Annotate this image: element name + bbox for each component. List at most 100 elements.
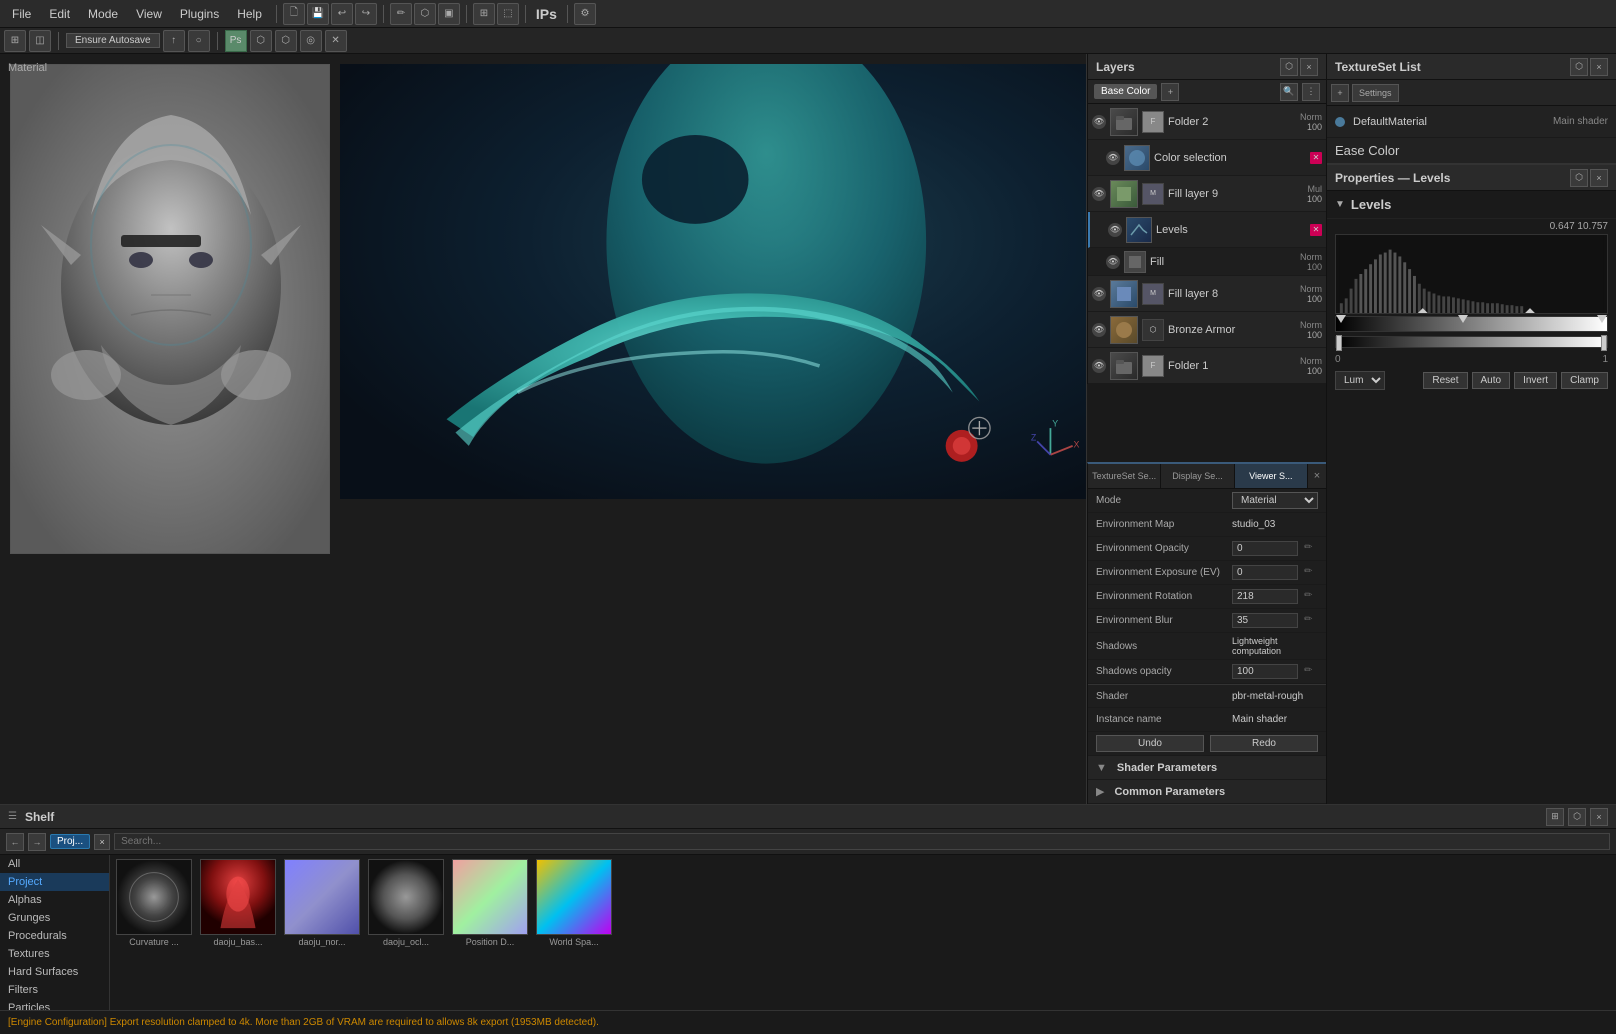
levels-white-point[interactable] <box>1597 315 1607 323</box>
viewer-env-rotation-input[interactable] <box>1232 589 1298 604</box>
layer-row-color-selection[interactable]: 👁 Color selection ✕ <box>1088 140 1326 176</box>
viewer-env-blur-input[interactable] <box>1232 613 1298 628</box>
layer-search-btn[interactable]: 🔍 <box>1280 83 1298 101</box>
shelf-search-input[interactable] <box>114 833 1610 850</box>
shelf-cat-project[interactable]: Project <box>0 873 109 891</box>
shelf-item-daoju-occ[interactable]: daoju_ocl... <box>366 859 446 947</box>
ts-settings-btn[interactable]: Settings <box>1352 84 1399 102</box>
output-white-handle[interactable] <box>1601 335 1607 351</box>
common-params-row[interactable]: ▶ Common Parameters <box>1088 780 1326 804</box>
brush-btn[interactable]: ✏ <box>390 3 412 25</box>
env-opacity-edit-icon[interactable]: ✏ <box>1304 542 1318 556</box>
undo-btn[interactable]: ↩ <box>331 3 353 25</box>
shelf-tab-close[interactable]: × <box>94 834 110 850</box>
levels-mode-select[interactable]: Lum <box>1335 371 1385 390</box>
levels-invert-btn[interactable]: Invert <box>1514 372 1557 389</box>
layer-eye-fill9[interactable]: 👁 <box>1092 187 1106 201</box>
levels-clamp-btn[interactable]: Clamp <box>1561 372 1608 389</box>
menu-edit[interactable]: Edit <box>41 5 78 23</box>
ts-close-btn[interactable]: × <box>1590 58 1608 76</box>
viewer-panel-close[interactable]: × <box>1308 464 1326 488</box>
layers-settings-btn[interactable]: × <box>1300 58 1318 76</box>
layer-row-levels[interactable]: 👁 Levels ✕ <box>1088 212 1326 248</box>
viewer-shadows-opacity-input[interactable] <box>1232 664 1298 679</box>
close-proj-btn[interactable]: ✕ <box>325 30 347 52</box>
ts-add-btn[interactable]: + <box>1331 84 1349 102</box>
shelf-icon[interactable]: ☰ <box>8 811 17 822</box>
layer-eye-bronze[interactable]: 👁 <box>1092 323 1106 337</box>
menu-help[interactable]: Help <box>229 5 270 23</box>
levels-collapse-arrow[interactable]: ▼ <box>1335 199 1345 210</box>
viewer-env-exposure-input[interactable] <box>1232 565 1298 580</box>
shadows-opacity-edit-icon[interactable]: ✏ <box>1304 665 1318 679</box>
env-rotation-edit-icon[interactable]: ✏ <box>1304 590 1318 604</box>
redo-btn[interactable]: ↪ <box>355 3 377 25</box>
layer-eye-color-sel[interactable]: 👁 <box>1106 151 1120 165</box>
shelf-item-curvature[interactable]: Curvature ... <box>114 859 194 947</box>
shelf-cat-alphas[interactable]: Alphas <box>0 891 109 909</box>
layer-row-fill9[interactable]: 👁 M Fill layer 9 Mul 100 <box>1088 176 1326 212</box>
layer-row-fill8[interactable]: 👁 M Fill layer 8 Norm 100 <box>1088 276 1326 312</box>
layer-eye-fill-small[interactable]: 👁 <box>1106 255 1120 269</box>
shelf-grid-btn[interactable]: ⊞ <box>1546 808 1564 826</box>
menu-mode[interactable]: Mode <box>80 5 126 23</box>
env-exposure-edit-icon[interactable]: ✏ <box>1304 566 1318 580</box>
ts-row-default[interactable]: DefaultMaterial Main shader <box>1327 106 1616 138</box>
shelf-close-btn[interactable]: × <box>1590 808 1608 826</box>
shelf-tab-proj[interactable]: Proj... <box>50 834 90 849</box>
settings-btn[interactable]: ⚙ <box>574 3 596 25</box>
levels-black-point[interactable] <box>1336 315 1346 323</box>
shelf-cat-filters[interactable]: Filters <box>0 981 109 999</box>
shelf-expand-btn[interactable]: ⬡ <box>1568 808 1586 826</box>
shelf-item-position[interactable]: Position D... <box>450 859 530 947</box>
viewer-undo-btn[interactable]: Undo <box>1096 735 1204 752</box>
export-btn[interactable]: ⬡ <box>250 30 272 52</box>
transform-btn[interactable]: ⊞ <box>473 3 495 25</box>
3d-viewport[interactable]: Y X Z <box>340 64 1086 804</box>
layer-row-fill-small[interactable]: 👁 Fill Norm 100 <box>1088 248 1326 276</box>
upload-btn[interactable]: ↑ <box>163 30 185 52</box>
shelf-item-daoju-bas[interactable]: daoju_bas... <box>198 859 278 947</box>
shader-params-row[interactable]: ▼ Shader Parameters <box>1088 756 1326 780</box>
shelf-item-worldspa[interactable]: World Spa... <box>534 859 614 947</box>
shelf-item-daoju-nor[interactable]: daoju_nor... <box>282 859 362 947</box>
select-btn[interactable]: ⬚ <box>497 3 519 25</box>
shelf-cat-hard-surfaces[interactable]: Hard Surfaces <box>0 963 109 981</box>
levels-auto-btn[interactable]: Auto <box>1472 372 1511 389</box>
tab-display-settings[interactable]: Display Se... <box>1161 464 1234 488</box>
layer-eye-levels[interactable]: 👁 <box>1108 223 1122 237</box>
layer-options-btn[interactable]: ⋮ <box>1302 83 1320 101</box>
env-blur-edit-icon[interactable]: ✏ <box>1304 614 1318 628</box>
layer-close-color-sel[interactable]: ✕ <box>1310 152 1322 164</box>
layer-row-folder2[interactable]: 👁 F Folder 2 Norm 100 <box>1088 104 1326 140</box>
import-btn[interactable]: ⬡ <box>275 30 297 52</box>
shelf-cat-all[interactable]: All <box>0 855 109 873</box>
layer-row-bronze[interactable]: 👁 ⬡ Bronze Armor Norm 100 <box>1088 312 1326 348</box>
shelf-cat-particles[interactable]: Particles <box>0 999 109 1010</box>
properties-expand-btn[interactable]: ⬡ <box>1570 169 1588 187</box>
menu-view[interactable]: View <box>128 5 170 23</box>
add-channel-btn[interactable]: + <box>1161 83 1179 101</box>
layer-eye-folder2[interactable]: 👁 <box>1092 115 1106 129</box>
shelf-cat-grunges[interactable]: Grunges <box>0 909 109 927</box>
menu-file[interactable]: File <box>4 5 39 23</box>
tab-textureset-settings[interactable]: TextureSet Se... <box>1088 464 1161 488</box>
preview-panel[interactable] <box>10 64 330 554</box>
menu-plugins[interactable]: Plugins <box>172 5 227 23</box>
filter-base-color[interactable]: Base Color <box>1094 84 1157 99</box>
layer-eye-fill8[interactable]: 👁 <box>1092 287 1106 301</box>
shelf-cat-textures[interactable]: Textures <box>0 945 109 963</box>
levels-output-slider[interactable] <box>1335 336 1608 348</box>
properties-close-btn[interactable]: × <box>1590 169 1608 187</box>
eraser-btn[interactable]: ⬡ <box>414 3 436 25</box>
ps-btn[interactable]: Ps <box>225 30 247 52</box>
tab-viewer-settings[interactable]: Viewer S... <box>1235 464 1308 488</box>
save-btn[interactable]: 💾 <box>307 3 329 25</box>
fill-btn[interactable]: ▣ <box>438 3 460 25</box>
ensure-autosave-btn[interactable]: Ensure Autosave <box>66 33 160 48</box>
new-file-btn[interactable]: 🗋 <box>283 3 305 25</box>
shelf-cat-procedurals[interactable]: Procedurals <box>0 927 109 945</box>
sphere-btn[interactable]: ○ <box>188 30 210 52</box>
levels-reset-btn[interactable]: Reset <box>1423 372 1467 389</box>
layer-eye-folder1[interactable]: 👁 <box>1092 359 1106 373</box>
